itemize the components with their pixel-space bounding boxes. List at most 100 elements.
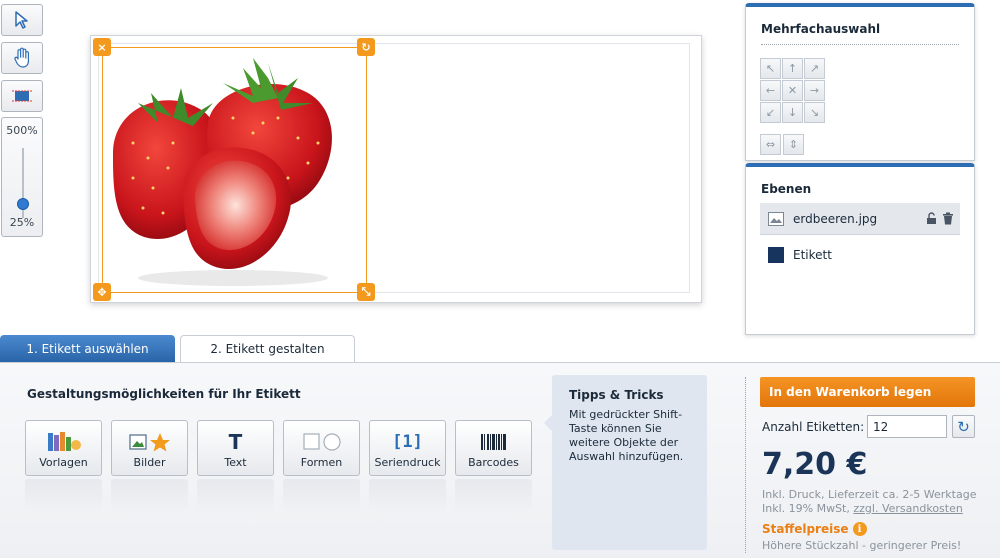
cross-icon: ✕ — [787, 84, 798, 97]
quantity-label: Anzahl Etiketten: — [762, 420, 865, 434]
design-options-heading: Gestaltungsmöglichkeiten für Ihr Etikett — [27, 387, 301, 401]
quantity-input[interactable] — [867, 415, 947, 438]
barcode-icon — [480, 431, 508, 453]
refresh-icon: ↻ — [957, 417, 970, 436]
align-bottom-button[interactable]: ↓ — [782, 102, 803, 123]
text-t-icon: T — [228, 430, 243, 454]
vertical-distribute-icon: ⇕ — [788, 138, 799, 151]
shapes-button[interactable]: Formen — [283, 420, 360, 476]
arrow-down-icon: ↓ — [787, 106, 798, 119]
distribute-horizontal-button[interactable]: ⇔ — [760, 134, 781, 155]
templates-button[interactable]: Vorlagen — [25, 420, 102, 476]
layer-name: erdbeeren.jpg — [793, 211, 878, 226]
arrow-down-left-icon: ↙ — [765, 106, 776, 119]
refresh-button[interactable]: ↻ — [952, 415, 975, 438]
unlock-icon[interactable] — [926, 212, 937, 225]
close-icon: × — [97, 40, 107, 54]
tier-prices-subtitle: Höhere Stückzahl - geringerer Preis! — [762, 539, 962, 552]
zoom-handle[interactable] — [17, 198, 29, 210]
image-star-icon — [128, 431, 172, 453]
serial-print-label: Seriendruck — [374, 456, 441, 469]
delete-handle[interactable]: × — [93, 38, 111, 56]
text-label: Text — [224, 456, 247, 469]
align-top-button[interactable]: ↑ — [782, 58, 803, 79]
select-tool-button[interactable] — [1, 4, 43, 36]
align-bottom-left-button[interactable]: ↙ — [760, 102, 781, 123]
layer-actions — [926, 212, 954, 225]
pan-tool-button[interactable] — [1, 42, 43, 74]
tips-box: Tipps & Tricks Mit gedrückter Shift-Tast… — [544, 375, 707, 550]
trash-icon[interactable] — [942, 212, 954, 225]
arrow-left-icon: ← — [765, 84, 776, 97]
layer-item-label[interactable]: Etikett — [760, 239, 960, 271]
price-info: Inkl. Druck, Lieferzeit ca. 2-5 Werktage… — [762, 488, 976, 516]
rotate-icon: ↻ — [361, 40, 371, 54]
vat-text: Inkl. 19% MwSt, — [762, 502, 850, 515]
price-info-line1: Inkl. Druck, Lieferzeit ca. 2-5 Werktage — [762, 488, 977, 501]
layer-name: Etikett — [793, 248, 832, 262]
arrow-up-right-icon: ↗ — [809, 62, 820, 75]
tips-text: Mit gedrückter Shift-Taste können Sie we… — [569, 408, 684, 463]
design-options-section: Gestaltungsmöglichkeiten für Ihr Etikett… — [0, 362, 1000, 558]
arrow-up-icon: ↑ — [787, 62, 798, 75]
align-top-right-button[interactable]: ↗ — [804, 58, 825, 79]
arrow-cursor-icon — [15, 11, 28, 29]
reflection — [111, 479, 188, 513]
align-left-button[interactable]: ← — [760, 80, 781, 101]
tips-title: Tipps & Tricks — [569, 388, 664, 402]
reflection — [455, 479, 532, 513]
price: 7,20 € — [762, 447, 868, 482]
multi-select-title: Mehrfachauswahl — [761, 22, 881, 36]
text-button[interactable]: T Text — [197, 420, 274, 476]
shipping-costs-link[interactable]: zzgl. Versandkosten — [853, 502, 962, 515]
layer-item-image[interactable]: erdbeeren.jpg — [760, 203, 960, 235]
horizontal-distribute-icon: ⇔ — [765, 138, 776, 151]
barcodes-label: Barcodes — [468, 456, 519, 469]
barcodes-button[interactable]: Barcodes — [455, 420, 532, 476]
hand-icon — [14, 47, 29, 68]
align-top-left-button[interactable]: ↖ — [760, 58, 781, 79]
serial-print-button[interactable]: [1] Seriendruck — [369, 420, 446, 476]
tier-prices-link[interactable]: Staffelpreise i — [762, 522, 867, 536]
align-center-button[interactable]: ✕ — [782, 80, 803, 101]
templates-label: Vorlagen — [39, 456, 88, 469]
label-fit-icon — [12, 90, 32, 102]
price-info-line2: Inkl. 19% MwSt, zzgl. Versandkosten — [762, 502, 976, 516]
arrow-right-icon: → — [809, 84, 820, 97]
align-right-button[interactable]: → — [804, 80, 825, 101]
arrow-up-left-icon: ↖ — [765, 62, 776, 75]
align-bottom-right-button[interactable]: ↘ — [804, 102, 825, 123]
arrow-down-right-icon: ↘ — [809, 106, 820, 119]
reflection — [369, 479, 446, 513]
images-button[interactable]: Bilder — [111, 420, 188, 476]
zoom-slider[interactable]: 500% 25% — [1, 117, 43, 237]
images-label: Bilder — [133, 456, 166, 469]
reflection — [283, 479, 360, 513]
multi-select-panel: Mehrfachauswahl ↖ ↑ ↗ ← ✕ → ↙ ↓ ↘ ⇔ ⇕ — [745, 3, 975, 161]
move-handle[interactable]: ✥ — [93, 283, 111, 301]
move-arrows-icon: ✥ — [97, 285, 107, 299]
zoom-min-label: 25% — [9, 216, 35, 229]
label-color-swatch — [768, 247, 784, 263]
add-to-cart-button[interactable]: In den Warenkorb legen — [760, 377, 975, 407]
resize-handle[interactable]: ⤡ — [357, 283, 375, 301]
divider — [761, 44, 959, 45]
rotate-handle[interactable]: ↻ — [357, 38, 375, 56]
design-canvas[interactable]: × ↻ ✥ ⤡ — [90, 35, 702, 303]
shapes-label: Formen — [300, 456, 343, 469]
books-icon — [47, 431, 81, 453]
image-icon — [768, 211, 784, 226]
info-icon[interactable]: i — [852, 522, 867, 536]
tab-design-label[interactable]: 2. Etikett gestalten — [180, 335, 355, 362]
shapes-icon — [302, 431, 342, 453]
align-grid: ↖ ↑ ↗ ← ✕ → ↙ ↓ ↘ — [760, 58, 825, 123]
zoom-max-label: 500% — [6, 124, 38, 137]
divider — [745, 377, 746, 553]
fit-to-label-button[interactable] — [1, 80, 43, 112]
selection-frame[interactable] — [102, 47, 367, 293]
tab-select-label[interactable]: 1. Etikett auswählen — [0, 335, 175, 362]
reflection — [25, 479, 102, 513]
distribute-vertical-button[interactable]: ⇕ — [783, 134, 804, 155]
resize-icon: ⤡ — [361, 285, 371, 298]
tier-prices-title: Staffelpreise — [762, 522, 849, 536]
